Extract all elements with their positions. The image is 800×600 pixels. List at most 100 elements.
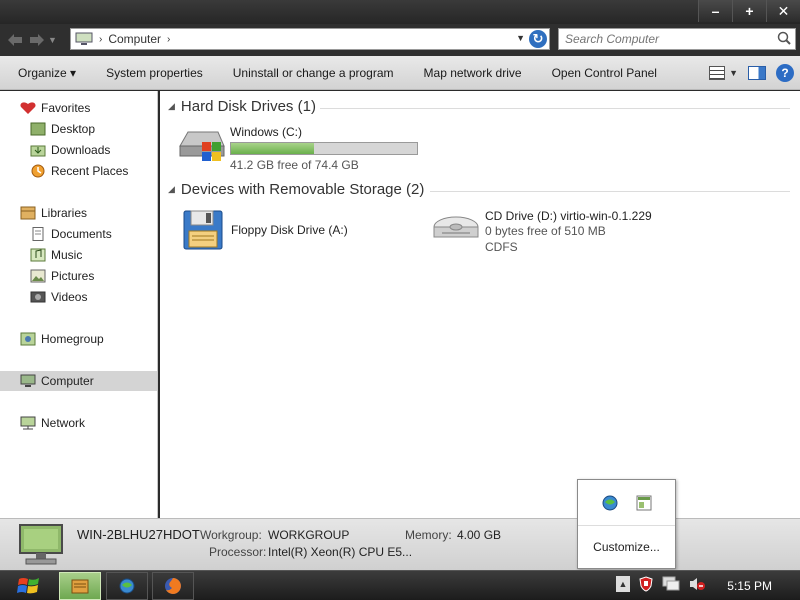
computer-icon (75, 32, 93, 45)
libraries-icon (20, 206, 36, 220)
system-tray: ▲ (616, 576, 706, 592)
nav-label: Pictures (51, 269, 95, 283)
map-network-drive-button[interactable]: Map network drive (424, 66, 522, 80)
drive-c-name: Windows (C:) (230, 125, 303, 139)
forward-button[interactable] (26, 29, 48, 51)
videos-icon (30, 291, 46, 303)
network-globe-tray-icon[interactable] (601, 494, 619, 512)
floppy-drive[interactable]: Floppy Disk Drive (A:) (182, 209, 348, 251)
refresh-button[interactable]: ↻ (529, 30, 547, 48)
nav-label: Recent Places (51, 164, 129, 178)
show-hidden-icons-button[interactable]: ▲ (616, 576, 630, 592)
start-button[interactable] (4, 572, 54, 600)
nav-label: Homegroup (41, 332, 104, 346)
drive-c-free-space: 41.2 GB free of 74.4 GB (230, 158, 359, 172)
address-dropdown-icon[interactable]: ▼ (516, 33, 525, 43)
breadcrumb-computer[interactable]: Computer (108, 32, 161, 46)
open-control-panel-button[interactable]: Open Control Panel (552, 66, 657, 80)
internet-explorer-icon (119, 578, 135, 594)
drive-c[interactable]: Windows (C:) 41.2 GB free of 74.4 GB (178, 124, 418, 173)
search-box[interactable] (558, 28, 796, 50)
nav-label: Downloads (51, 143, 111, 157)
content-pane: ◢ Hard Disk Drives (1) Windows (C:) 41.2… (160, 91, 800, 518)
nav-homegroup[interactable]: Homegroup (0, 329, 157, 349)
nav-label: Desktop (51, 122, 96, 136)
nav-downloads[interactable]: Downloads (0, 140, 157, 160)
nav-label: Network (41, 416, 86, 430)
cd-drive-icon (433, 216, 479, 238)
nav-recent-places[interactable]: Recent Places (0, 161, 157, 181)
drive-c-usage-fill (231, 143, 314, 154)
customize-link[interactable]: Customize... (578, 526, 675, 568)
nav-label: Documents (51, 227, 112, 241)
network-status-icon[interactable] (662, 576, 680, 592)
cd-drive[interactable]: CD Drive (D:) virtio-win-0.1.229 0 bytes… (432, 209, 652, 255)
homegroup-icon (20, 332, 36, 346)
recent-pages-dropdown[interactable]: ▼ (48, 35, 58, 45)
close-button[interactable]: ✕ (766, 0, 800, 22)
nav-desktop[interactable]: Desktop (0, 119, 157, 139)
cd-drive-free-space: 0 bytes free of 510 MB (485, 224, 606, 238)
breadcrumb-chevron-icon[interactable]: › (167, 34, 170, 45)
organize-button[interactable]: Organize ▾ (18, 66, 76, 80)
collapse-chevron-icon[interactable]: ◢ (168, 184, 175, 195)
desktop-icon (30, 122, 46, 136)
recent-places-icon (31, 164, 45, 178)
back-button[interactable] (4, 29, 26, 51)
cd-drive-name: CD Drive (D:) virtio-win-0.1.229 (485, 209, 652, 223)
removable-group-header[interactable]: ◢ Devices with Removable Storage (2) (168, 181, 424, 198)
change-view-icon[interactable] (709, 66, 726, 80)
nav-videos[interactable]: Videos (0, 287, 157, 307)
preview-pane-icon[interactable] (748, 66, 766, 80)
search-icon[interactable] (777, 31, 791, 48)
nav-favorites[interactable]: Favorites (0, 98, 157, 118)
nav-documents[interactable]: Documents (0, 224, 157, 244)
title-bar: – + ✕ (0, 0, 800, 24)
documents-icon (32, 227, 44, 241)
view-options-dropdown-icon[interactable]: ▼ (729, 68, 738, 78)
search-input[interactable] (565, 30, 775, 48)
volume-muted-icon[interactable] (688, 576, 706, 592)
taskbar-firefox-button[interactable] (152, 572, 194, 600)
forward-arrow-icon (30, 34, 44, 46)
hidden-tray-icons (578, 480, 675, 526)
minimize-button[interactable]: – (698, 0, 732, 22)
floppy-drive-name: Floppy Disk Drive (A:) (231, 223, 348, 237)
nav-label: Videos (51, 290, 88, 304)
help-icon[interactable]: ? (776, 64, 794, 82)
collapse-chevron-icon[interactable]: ◢ (168, 101, 175, 112)
computer-icon (20, 374, 36, 387)
group-title: Devices with Removable Storage (2) (180, 181, 425, 198)
favorites-star-icon (20, 102, 36, 114)
downloads-folder-icon (30, 145, 46, 157)
group-title: Hard Disk Drives (1) (180, 98, 316, 115)
hard-drive-windows-icon (179, 131, 225, 161)
nav-label: Libraries (41, 206, 88, 220)
taskbar: ▲ 5:15 PM (0, 570, 800, 600)
hdd-group-header[interactable]: ◢ Hard Disk Drives (1) (168, 98, 316, 115)
address-bar[interactable]: › Computer › ▼ ↻ (70, 28, 550, 50)
nav-music[interactable]: Music (0, 245, 157, 265)
maximize-button[interactable]: + (732, 0, 766, 22)
taskbar-clock[interactable]: 5:15 PM (727, 579, 772, 593)
security-shield-icon[interactable] (638, 576, 654, 592)
workgroup-value: WORKGROUP (268, 528, 350, 542)
nav-pictures[interactable]: Pictures (0, 266, 157, 286)
taskbar-ie-button[interactable] (106, 572, 148, 600)
nav-libraries[interactable]: Libraries (0, 203, 157, 223)
window-tray-icon[interactable] (635, 494, 653, 512)
nav-computer[interactable]: Computer (0, 371, 157, 391)
pictures-icon (30, 269, 46, 283)
nav-label: Computer (41, 374, 94, 388)
navigation-pane: Favorites Desktop Downloads Recent Place… (0, 91, 158, 518)
uninstall-program-button[interactable]: Uninstall or change a program (233, 66, 394, 80)
network-icon (20, 416, 36, 430)
music-icon (30, 248, 46, 262)
memory-label: Memory: (405, 528, 452, 542)
view-controls: ▼ ? (709, 64, 794, 82)
address-row: ▼ › Computer › ▼ ↻ (0, 24, 800, 56)
taskbar-explorer-button[interactable] (59, 572, 101, 600)
nav-network[interactable]: Network (0, 413, 157, 433)
system-properties-button[interactable]: System properties (106, 66, 203, 80)
breadcrumb-separator-icon[interactable]: › (99, 34, 102, 45)
